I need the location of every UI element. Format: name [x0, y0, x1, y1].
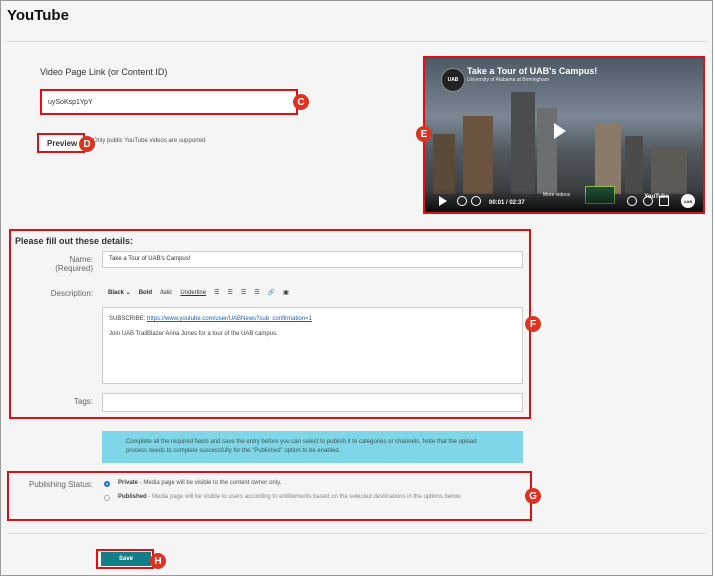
italic-button[interactable]: Italic: [160, 290, 172, 296]
callout-c: C: [293, 94, 309, 110]
published-option: Published - Media page will be visible t…: [118, 494, 462, 500]
link-icon[interactable]: 🔗: [268, 289, 275, 296]
building-shape: [511, 92, 535, 194]
video-link-label: Video Page Link (or Content ID): [40, 67, 168, 77]
callout-h: H: [150, 553, 166, 569]
indent-icon[interactable]: ☰: [241, 289, 246, 296]
page-title: YouTube: [7, 7, 69, 24]
text-color-dropdown[interactable]: Black ⌄: [108, 289, 131, 296]
tags-input[interactable]: [102, 393, 523, 412]
building-shape: [595, 124, 621, 194]
uab-badge: UAB: [681, 194, 695, 208]
play-button-icon[interactable]: [439, 196, 447, 206]
building-shape: [463, 116, 493, 194]
description-line-1: SUBSCRIBE: https://www.youtube.com/user/…: [109, 316, 312, 322]
private-option: Private - Media page will be visible to …: [118, 480, 282, 486]
name-input[interactable]: Take a Tour of UAB's Campus!: [102, 251, 523, 268]
description-editor[interactable]: SUBSCRIBE: https://www.youtube.com/user/…: [102, 307, 523, 384]
info-message: Complete all the required fields and sav…: [102, 431, 523, 463]
name-label: Name:: [69, 255, 93, 264]
channel-logo: UAB: [441, 68, 465, 92]
tags-label: Tags:: [73, 397, 93, 406]
forward-icon[interactable]: [471, 196, 481, 206]
editor-toolbar: Black ⌄ Bold Italic Underline ☰ ☰ ☰ ☰ 🔗 …: [108, 289, 289, 297]
save-button[interactable]: Save: [101, 552, 151, 566]
callout-e: E: [416, 126, 432, 142]
callout-g: G: [525, 488, 541, 504]
video-time: 00:01 / 02:37: [489, 200, 525, 206]
building-shape: [537, 108, 557, 194]
bold-button[interactable]: Bold: [139, 290, 152, 296]
building-shape: [625, 136, 643, 194]
rewind-icon[interactable]: [457, 196, 467, 206]
video-player[interactable]: UAB Take a Tour of UAB's Campus! Univers…: [423, 56, 705, 214]
details-heading: Please fill out these details:: [15, 236, 134, 246]
play-icon[interactable]: [554, 123, 566, 139]
video-title[interactable]: Take a Tour of UAB's Campus!: [467, 66, 597, 76]
outdent-icon[interactable]: ☰: [254, 289, 259, 296]
page-frame: YouTube Video Page Link (or Content ID) …: [0, 0, 713, 576]
title-divider: [7, 41, 706, 42]
private-radio[interactable]: [104, 481, 110, 487]
video-link-input[interactable]: uySoKsp1YpY: [40, 89, 298, 115]
description-line-2: Join UAB TrailBlazer Anna Jones for a to…: [109, 331, 278, 338]
volume-icon[interactable]: [627, 196, 637, 206]
subscribe-link[interactable]: https://www.youtube.com/user/UABNews?sub…: [147, 316, 312, 322]
youtube-logo[interactable]: YouTube: [644, 194, 669, 200]
preview-note: Only public YouTube videos are supported: [93, 138, 206, 144]
image-icon[interactable]: ▣: [283, 289, 289, 296]
bottom-divider: [7, 533, 706, 534]
numbered-list-icon[interactable]: ☰: [227, 289, 232, 296]
published-radio[interactable]: [104, 495, 110, 501]
building-shape: [433, 134, 455, 194]
callout-f: F: [525, 316, 541, 332]
description-label: Description:: [50, 289, 93, 298]
name-required-label: (Required): [55, 264, 93, 273]
more-videos-label[interactable]: More videos: [543, 192, 570, 198]
underline-button[interactable]: Underline: [180, 290, 206, 296]
video-subtitle: University of Alabama at Birmingham: [467, 77, 549, 83]
preview-button[interactable]: Preview: [37, 133, 85, 153]
building-shape: [651, 148, 687, 194]
publishing-status-label: Publishing Status:: [28, 480, 93, 489]
bulleted-list-icon[interactable]: ☰: [214, 289, 219, 296]
